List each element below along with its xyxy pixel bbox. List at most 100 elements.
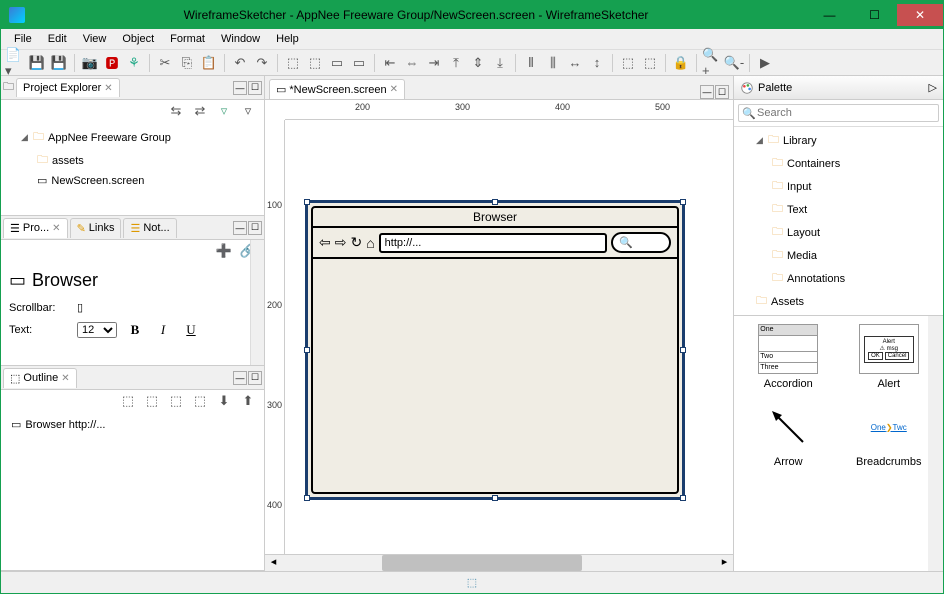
perspective-icon[interactable]: ⬚ — [467, 576, 477, 589]
filter-icon[interactable]: ▿ — [214, 101, 234, 121]
view-menu-icon[interactable]: ▿ — [238, 101, 258, 121]
palette-item-arrow[interactable]: Arrow — [742, 402, 835, 468]
align-top-button[interactable]: ⤒ — [446, 53, 466, 73]
palette-cat-input[interactable]: 🗀Input — [738, 175, 939, 198]
align-right-button[interactable]: ⇥ — [424, 53, 444, 73]
menu-help[interactable]: Help — [268, 31, 307, 47]
lock-button[interactable]: 🔒 — [671, 53, 691, 73]
palette-cat-media[interactable]: 🗀Media — [738, 244, 939, 267]
distribute-v-button[interactable]: ⫼ — [543, 53, 563, 73]
close-icon[interactable]: ✕ — [390, 84, 398, 95]
palette-library[interactable]: ◢ 🗀 Library — [738, 129, 939, 152]
export-pdf-button[interactable]: 🅿 — [102, 53, 122, 73]
palette-item-alert[interactable]: Alert⚠ msg OKCancel Alert — [843, 324, 936, 390]
share-button[interactable]: ⚘ — [124, 53, 144, 73]
resize-handle[interactable] — [304, 199, 310, 205]
scroll-right-icon[interactable]: ▸ — [716, 555, 733, 571]
outline-select-icon[interactable]: ⬚ — [166, 391, 186, 411]
zoom-in-button[interactable]: 🔍+ — [702, 53, 722, 73]
editor-tab[interactable]: ▭ *NewScreen.screen ✕ — [269, 79, 405, 99]
minimize-button[interactable]: — — [807, 4, 852, 26]
palette-cat-text[interactable]: 🗀Text — [738, 198, 939, 221]
pane-minimize-icon[interactable]: — — [233, 81, 247, 95]
tab-links[interactable]: ✎ Links — [70, 218, 122, 238]
resize-handle[interactable] — [492, 199, 498, 205]
close-icon[interactable]: ✕ — [61, 373, 69, 384]
palette-cat-annotations[interactable]: 🗀Annotations — [738, 267, 939, 290]
twisty-icon[interactable]: ◢ — [21, 132, 29, 143]
outline-down-icon[interactable]: ⬇ — [214, 391, 234, 411]
menu-file[interactable]: File — [6, 31, 40, 47]
space-h-button[interactable]: ↔ — [565, 53, 585, 73]
horizontal-scrollbar[interactable]: ◂ ▸ — [265, 554, 733, 571]
pane-minimize-icon[interactable]: — — [233, 221, 247, 235]
ungroup-button[interactable]: ⬚ — [305, 53, 325, 73]
palette-assets[interactable]: 🗀 Assets — [738, 290, 939, 313]
palette-cat-containers[interactable]: 🗀Containers — [738, 152, 939, 175]
zoom-out-button[interactable]: 🔍- — [724, 53, 744, 73]
menu-object[interactable]: Object — [114, 31, 162, 47]
scrollbar-thumb[interactable] — [382, 555, 582, 571]
select-button[interactable]: ⬚ — [618, 53, 638, 73]
palette-item-accordion[interactable]: One Two Three Accordion — [742, 324, 835, 390]
resize-handle[interactable] — [304, 347, 310, 353]
close-icon[interactable]: ✕ — [104, 83, 112, 94]
browser-widget[interactable]: Browser ⇦ ⇨ ↻ ⌂ http://... 🔍 — [305, 200, 685, 500]
font-size-select[interactable]: 12 — [77, 322, 117, 338]
palette-cat-layout[interactable]: 🗀Layout — [738, 221, 939, 244]
send-back-button[interactable]: ▭ — [349, 53, 369, 73]
pane-maximize-icon[interactable]: ☐ — [248, 221, 262, 235]
copy-button[interactable]: ⎘ — [177, 53, 197, 73]
cut-button[interactable]: ✂ — [155, 53, 175, 73]
pane-minimize-icon[interactable]: — — [700, 85, 714, 99]
resize-handle[interactable] — [680, 347, 686, 353]
space-v-button[interactable]: ↕ — [587, 53, 607, 73]
scrollbar-value-icon[interactable]: ▯ — [77, 301, 83, 314]
tree-root[interactable]: ◢ 🗀 AppNee Freeware Group — [7, 126, 258, 149]
collapse-all-icon[interactable]: ⇆ — [166, 101, 186, 121]
underline-button[interactable]: U — [181, 320, 201, 340]
save-button[interactable]: 💾 — [27, 53, 47, 73]
camera-button[interactable]: 📷 — [80, 53, 100, 73]
twisty-icon[interactable]: ◢ — [756, 135, 764, 146]
align-center-button[interactable]: ⇔ — [402, 53, 422, 73]
tab-outline[interactable]: ⬚ Outline ✕ — [3, 368, 77, 388]
paste-button[interactable]: 📋 — [199, 53, 219, 73]
presentation-button[interactable]: ▶ — [755, 53, 775, 73]
menu-format[interactable]: Format — [162, 31, 213, 47]
pane-maximize-icon[interactable]: ☐ — [248, 371, 262, 385]
redo-button[interactable]: ↷ — [252, 53, 272, 73]
resize-handle[interactable] — [304, 495, 310, 501]
menu-view[interactable]: View — [75, 31, 115, 47]
vertical-scrollbar[interactable] — [928, 316, 943, 571]
bring-front-button[interactable]: ▭ — [327, 53, 347, 73]
menu-edit[interactable]: Edit — [40, 31, 75, 47]
italic-button[interactable]: I — [153, 320, 173, 340]
tab-notes[interactable]: ☰ Not... — [123, 218, 176, 238]
align-bottom-button[interactable]: ⤓ — [490, 53, 510, 73]
scrollbar[interactable] — [250, 240, 264, 365]
link-editor-icon[interactable]: ⇄ — [190, 101, 210, 121]
crop-button[interactable]: ⬚ — [640, 53, 660, 73]
undo-button[interactable]: ↶ — [230, 53, 250, 73]
align-middle-button[interactable]: ⇕ — [468, 53, 488, 73]
outline-ungroup-icon[interactable]: ⬚ — [142, 391, 162, 411]
outline-up-icon[interactable]: ⬆ — [238, 391, 258, 411]
tab-properties[interactable]: ☰ Pro... ✕ — [3, 218, 68, 238]
bold-button[interactable]: B — [125, 320, 145, 340]
outline-item[interactable]: ▭ Browser http://... — [7, 416, 258, 433]
distribute-h-button[interactable]: ⫴ — [521, 53, 541, 73]
outline-crop-icon[interactable]: ⬚ — [190, 391, 210, 411]
tab-project-explorer[interactable]: Project Explorer ✕ — [16, 78, 120, 97]
palette-item-breadcrumbs[interactable]: One ❯ Twc Breadcrumbs — [843, 402, 936, 468]
resize-handle[interactable] — [492, 495, 498, 501]
maximize-button[interactable]: ☐ — [852, 4, 897, 26]
pane-maximize-icon[interactable]: ☐ — [715, 85, 729, 99]
resize-handle[interactable] — [680, 199, 686, 205]
align-left-button[interactable]: ⇤ — [380, 53, 400, 73]
pane-minimize-icon[interactable]: — — [233, 371, 247, 385]
menu-window[interactable]: Window — [213, 31, 268, 47]
add-icon[interactable]: ➕ — [214, 241, 234, 261]
outline-group-icon[interactable]: ⬚ — [118, 391, 138, 411]
palette-search-input[interactable] — [738, 104, 939, 122]
